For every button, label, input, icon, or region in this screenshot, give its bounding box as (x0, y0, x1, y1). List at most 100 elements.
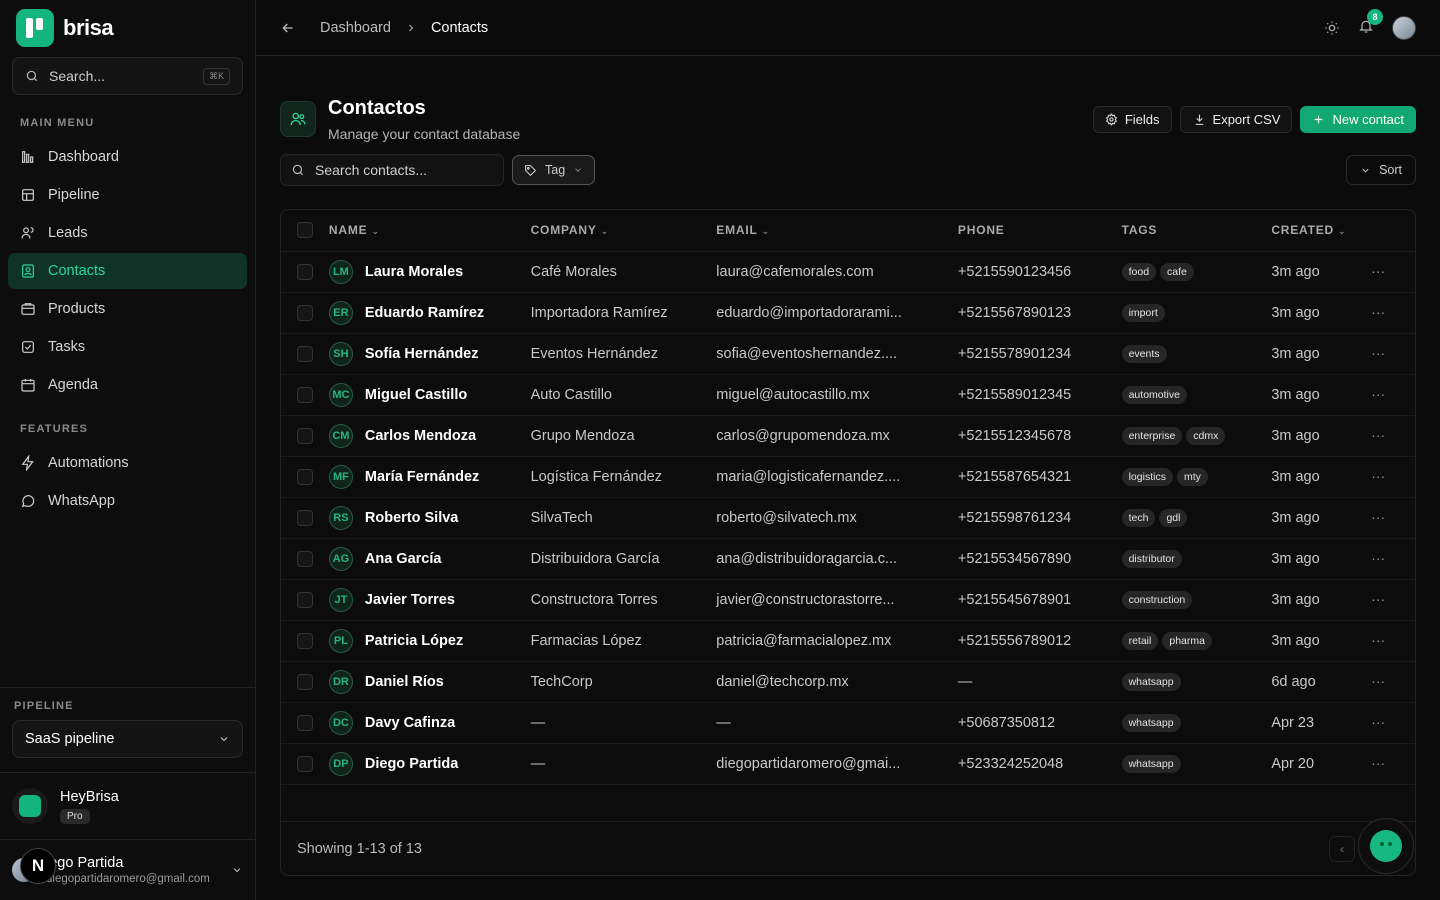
contact-name[interactable]: María Fernández (365, 468, 479, 484)
table-row[interactable]: RS Roberto Silva SilvaTech roberto@silvatec… (281, 497, 1415, 539)
avatar[interactable] (1392, 15, 1416, 40)
row-checkbox[interactable] (297, 263, 313, 280)
contact-name[interactable]: Carlos Mendoza (365, 427, 476, 443)
contact-name[interactable]: Daniel Ríos (365, 673, 444, 689)
tag-chip: enterprise (1121, 426, 1183, 445)
column-header-email[interactable]: EMAIL ⌄ (716, 210, 958, 252)
table-row[interactable]: JT Javier Torres Constructora Torres javier… (281, 579, 1415, 621)
contact-name[interactable]: Miguel Castillo (365, 386, 467, 402)
sidebar-item-dashboard[interactable]: Dashboard (8, 139, 247, 175)
column-header-name[interactable]: NAME ⌄ (328, 210, 531, 252)
notifications-button[interactable]: 8 (1358, 9, 1383, 37)
contact-tags: events (1121, 333, 1272, 375)
new-contact-button[interactable]: New contact (1300, 105, 1416, 133)
sidebar-search[interactable]: Search... ⌘K (12, 57, 243, 95)
row-checkbox[interactable] (297, 673, 313, 690)
column-header-created[interactable]: CREATED ⌄ (1271, 210, 1372, 252)
contact-name[interactable]: Laura Morales (365, 263, 463, 279)
row-menu-icon[interactable]: ··· (1371, 714, 1385, 730)
fields-label: Fields (1124, 111, 1160, 127)
agenda-icon (21, 379, 35, 392)
sort-button[interactable]: Sort (1346, 155, 1416, 185)
fields-button[interactable]: Fields (1092, 105, 1172, 133)
contact-created: 3m ago (1271, 333, 1372, 375)
sidebar-item-leads[interactable]: Leads (8, 215, 247, 251)
row-menu-icon[interactable]: ··· (1371, 345, 1385, 361)
row-checkbox[interactable] (297, 345, 313, 362)
row-checkbox[interactable] (297, 714, 313, 731)
table-row[interactable]: PL Patricia López Farmacias López patricia@… (281, 620, 1415, 662)
row-menu-icon[interactable]: ··· (1371, 263, 1385, 279)
contact-phone: +5215589012345 (957, 374, 1122, 416)
contact-name[interactable]: Diego Partida (365, 755, 458, 771)
sidebar-item-products[interactable]: Products (8, 291, 247, 327)
contact-name[interactable]: Ana García (365, 550, 442, 566)
assistant-chat-button[interactable] (1358, 818, 1414, 874)
brand-name: brisa (63, 14, 114, 40)
row-checkbox[interactable] (297, 550, 313, 567)
select-all-checkbox[interactable] (297, 222, 313, 239)
table-row[interactable]: MC Miguel Castillo Auto Castillo miguel@aut… (281, 374, 1415, 416)
table-row[interactable]: DR Daniel Ríos TechCorp daniel@techcorp.mx —… (281, 661, 1415, 703)
row-menu-icon[interactable]: ··· (1371, 386, 1385, 402)
table-row[interactable]: SH Sofía Hernández Eventos Hernández sofia@… (281, 333, 1415, 375)
row-menu-icon[interactable]: ··· (1371, 427, 1385, 443)
row-checkbox[interactable] (297, 427, 313, 444)
sidebar-item-contacts[interactable]: Contacts (8, 253, 247, 289)
previous-page-button[interactable]: ‹ (1329, 836, 1355, 862)
user-menu[interactable]: iego Partida diegopartidaromero@gmail.co… (0, 839, 255, 900)
table-row[interactable]: CM Carlos Mendoza Grupo Mendoza carlos@grup… (281, 415, 1415, 457)
brand[interactable]: brisa (0, 0, 255, 55)
tag-filter-button[interactable]: Tag (512, 155, 596, 185)
contact-phone: +5215545678901 (957, 579, 1122, 621)
row-checkbox[interactable] (297, 468, 313, 485)
workspace-switcher[interactable]: HeyBrisa Pro (0, 772, 255, 839)
row-checkbox[interactable] (297, 632, 313, 649)
avatar: JT (328, 587, 353, 612)
contact-name[interactable]: Patricia López (365, 632, 463, 648)
breadcrumb-dashboard[interactable]: Dashboard (320, 20, 391, 36)
sidebar-item-whatsapp[interactable]: WhatsApp (8, 483, 247, 519)
row-menu-icon[interactable]: ··· (1371, 509, 1385, 525)
contacts-search-input[interactable]: Search contacts... (280, 154, 504, 186)
sidebar-item-pipeline[interactable]: Pipeline (8, 177, 247, 213)
row-menu-icon[interactable]: ··· (1371, 550, 1385, 566)
row-menu-icon[interactable]: ··· (1371, 673, 1385, 689)
table-row[interactable]: LM Laura Morales Café Morales laura@cafemor… (281, 251, 1415, 293)
sidebar-item-tasks[interactable]: Tasks (8, 329, 247, 365)
table-row[interactable]: DC Davy Cafinza — — +50687350812 whatsapp Apr … (281, 702, 1415, 744)
table-row[interactable]: AG Ana García Distribuidora García ana@dist… (281, 538, 1415, 580)
gear-icon (1105, 112, 1117, 126)
row-checkbox[interactable] (297, 509, 313, 526)
sidebar: brisa Search... ⌘K MAIN MENU Dashboard Pi… (0, 0, 256, 900)
pipeline-select[interactable]: SaaS pipeline (12, 720, 243, 758)
row-checkbox[interactable] (297, 755, 313, 772)
sun-icon[interactable] (1324, 20, 1340, 36)
next-dev-badge[interactable]: N (20, 848, 56, 884)
sidebar-item-automations[interactable]: Automations (8, 445, 247, 481)
table-row[interactable]: ER Eduardo Ramírez Importadora Ramírez edua… (281, 292, 1415, 334)
contact-name[interactable]: Eduardo Ramírez (365, 304, 484, 320)
contact-tags: whatsapp (1121, 702, 1272, 744)
contact-name[interactable]: Roberto Silva (365, 509, 458, 525)
sidebar-item-agenda[interactable]: Agenda (8, 367, 247, 403)
sidebar-bottom: PIPELINE SaaS pipeline HeyBrisa Pro iego… (0, 687, 255, 900)
row-checkbox[interactable] (297, 304, 313, 321)
table-row[interactable]: MF María Fernández Logística Fernández mari… (281, 456, 1415, 498)
column-header-company[interactable]: COMPANY ⌄ (530, 210, 717, 252)
row-menu-icon[interactable]: ··· (1371, 304, 1385, 320)
row-menu-icon[interactable]: ··· (1371, 591, 1385, 607)
export-csv-button[interactable]: Export CSV (1179, 105, 1293, 133)
table-row[interactable]: DP Diego Partida — diegopartidaromero@gmai.… (281, 743, 1415, 785)
contact-name[interactable]: Davy Cafinza (365, 714, 455, 730)
row-checkbox[interactable] (297, 386, 313, 403)
row-checkbox[interactable] (297, 591, 313, 608)
row-menu-icon[interactable]: ··· (1371, 632, 1385, 648)
row-menu-icon[interactable]: ··· (1371, 468, 1385, 484)
back-arrow-icon[interactable] (280, 20, 296, 36)
contact-name[interactable]: Javier Torres (365, 591, 455, 607)
contact-name[interactable]: Sofía Hernández (365, 345, 479, 361)
contact-company: Logística Fernández (530, 456, 717, 498)
row-menu-icon[interactable]: ··· (1371, 755, 1385, 771)
contact-created: Apr 23 (1271, 702, 1372, 744)
